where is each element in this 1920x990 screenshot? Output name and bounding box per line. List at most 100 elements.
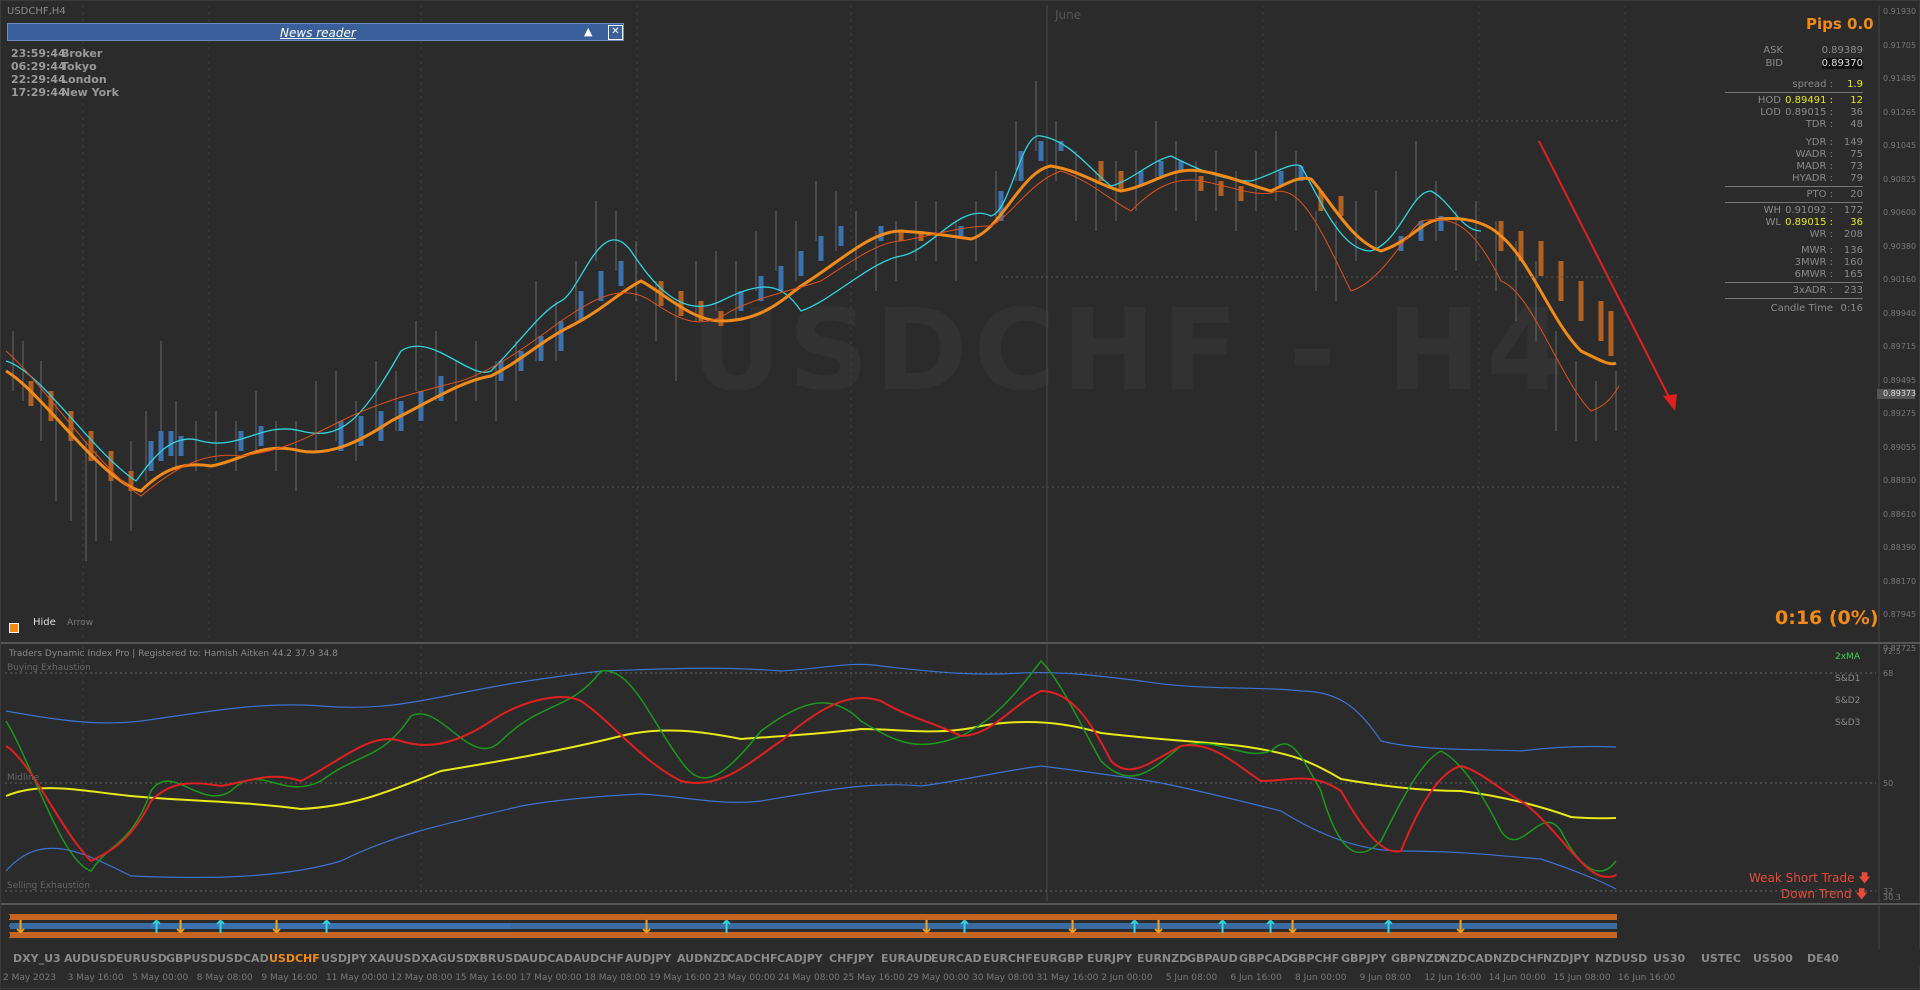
down-trend-label: Down Trend 🡇: [1781, 885, 1868, 906]
symbol-tab-gbpnzd[interactable]: GBPNZD: [1391, 952, 1443, 965]
symbol-tab-gbpaud[interactable]: GBPAUD: [1187, 952, 1238, 965]
symbol-tab-cadjpy[interactable]: CADJPY: [777, 952, 823, 965]
date-axis-label: 31 May 16:00: [1036, 973, 1099, 983]
info-row: HYADR :79: [1725, 173, 1863, 187]
tdi-header: Traders Dynamic Index Pro | Registered t…: [9, 649, 338, 659]
session-clocks: 23:59:44Broker 06:29:44Tokyo 22:29:44Lon…: [11, 47, 119, 99]
symbol-tab-usdjpy[interactable]: USDJPY: [321, 952, 367, 965]
session-time: 06:29:44: [11, 60, 66, 73]
close-icon[interactable]: ✕: [608, 25, 623, 40]
price-axis-label: 0.88390: [1883, 543, 1917, 552]
date-axis-label: 16 Jun 16:00: [1618, 973, 1676, 983]
session-row: 22:29:44London: [11, 73, 119, 86]
chart-window[interactable]: USDCHF,H4 June USDCHF - H4 ↓ ↑ ↓ ↑ ↓ ↑ ↓…: [0, 0, 1920, 989]
pips-readout: Pips 0.0: [1806, 15, 1874, 33]
symbol-tab-dxy_u3[interactable]: DXY_U3: [13, 952, 61, 965]
tdi-market-base-yellow: [5, 721, 1617, 820]
symbol-tab-gbpjpy[interactable]: GBPJPY: [1341, 952, 1387, 965]
price-axis-label: 0.91930: [1883, 7, 1917, 16]
date-axis-label: 15 Jun 08:00: [1553, 973, 1611, 983]
info-row: 6MWR :165: [1725, 269, 1863, 283]
current-price-label: 0.89373: [1883, 389, 1917, 398]
symbol-tab-nzdjpy[interactable]: NZDJPY: [1543, 952, 1589, 965]
symbol-tab-nzdusd[interactable]: NZDUSD: [1595, 952, 1647, 965]
symbol-tab-audusd[interactable]: AUDUSD: [64, 952, 116, 965]
tdi-level: 30.3: [1883, 893, 1901, 902]
symbol-tab-audcad[interactable]: AUDCAD: [521, 952, 573, 965]
price-axis-label: 0.87945: [1883, 610, 1917, 619]
symbol-tab-eurchf[interactable]: EURCHF: [983, 952, 1033, 965]
date-axis-label: 14 Jun 00:00: [1488, 973, 1546, 983]
down-arrow-icon: 🡇: [1858, 871, 1871, 885]
session-row: 23:59:44Broker: [11, 47, 119, 60]
symbol-tab-eurjpy[interactable]: EURJPY: [1087, 952, 1132, 965]
symbol-tab-eurcad[interactable]: EURCAD: [931, 952, 982, 965]
symbol-tab-audnzd[interactable]: AUDNZD: [677, 952, 730, 965]
symbol-tab-gbpcad[interactable]: GBPCAD: [1239, 952, 1290, 965]
hide-toggle-icon[interactable]: [9, 623, 19, 633]
symbol-tab-nzdchf[interactable]: NZDCHF: [1493, 952, 1544, 965]
price-axis-label: 0.89055: [1883, 442, 1917, 452]
symbol-tab-gbpchf[interactable]: GBPCHF: [1289, 952, 1339, 965]
session-name: Tokyo: [61, 60, 97, 73]
session-time: 22:29:44: [11, 73, 66, 86]
tdi-level: 50: [1883, 779, 1894, 788]
news-reader-title[interactable]: News reader: [280, 26, 356, 40]
price-axis-label: 0.90600: [1883, 208, 1917, 217]
candle-timer: 0:16 (0%): [1775, 607, 1879, 629]
candle-wicks: [12, 81, 1617, 561]
trend-bars: [28, 141, 1614, 491]
tdi-levels: [5, 672, 1876, 892]
date-axis: 2 May 2023 3 May 16:00 5 May 00:00 8 May 08…: [1, 967, 1881, 987]
symbol-tab-usdchf[interactable]: USDCHF: [269, 952, 320, 965]
date-axis-label: 5 Jun 08:00: [1165, 973, 1218, 983]
symbol-tab-nzdcad[interactable]: NZDCAD: [1441, 952, 1493, 965]
price-axis-label: 0.88830: [1883, 476, 1917, 485]
svg-text:↓: ↓: [1065, 917, 1080, 938]
symbol-tab-xauusd[interactable]: XAUUSD: [369, 952, 421, 965]
date-axis-label: 8 Jun 00:00: [1295, 973, 1347, 983]
session-row: 17:29:44New York: [11, 86, 119, 99]
session-name: New York: [61, 86, 119, 99]
symbol-tab-audjpy[interactable]: AUDJPY: [625, 952, 671, 965]
symbol-tab-ustec[interactable]: USTEC: [1701, 952, 1741, 965]
session-name: London: [61, 73, 107, 86]
symbol-tab-de40[interactable]: DE40: [1807, 952, 1839, 965]
date-axis-label: 18 May 08:00: [584, 973, 647, 983]
spread-row: spread :1.9: [1725, 79, 1863, 93]
session-time: 17:29:44: [11, 86, 66, 99]
symbol-tab-chfjpy[interactable]: CHFJPY: [829, 952, 874, 965]
date-axis-label: 9 Jun 08:00: [1359, 973, 1412, 983]
symbol-tab-usdcad[interactable]: USDCAD: [217, 952, 269, 965]
symbol-tab-euraud[interactable]: EURAUD: [881, 952, 932, 965]
price-axis-label: 0.91705: [1883, 40, 1917, 50]
symbol-tab-gbpusd[interactable]: GBPUSD: [166, 952, 217, 965]
symbol-tab-us500[interactable]: US500: [1753, 952, 1793, 965]
symbol-tab-audchf[interactable]: AUDCHF: [573, 952, 624, 965]
date-axis-label: 5 May 00:00: [132, 973, 189, 983]
symbol-tab-xagusd[interactable]: XAGUSD: [421, 952, 473, 965]
svg-text:↓: ↓: [269, 917, 284, 938]
symbol-tab-eurusd[interactable]: EURUSD: [116, 952, 167, 965]
session-name: Broker: [61, 47, 103, 60]
collapse-triangle-icon[interactable]: ▲: [584, 25, 592, 38]
news-reader-panel[interactable]: News reader ▲ ✕: [7, 23, 624, 41]
date-axis-label: 29 May 00:00: [907, 973, 970, 983]
date-axis-label: 9 May 16:00: [261, 973, 318, 983]
symbol-tab-us30[interactable]: US30: [1653, 952, 1685, 965]
price-axis-label: 0.89275: [1883, 409, 1917, 418]
symbol-tab-cadchf[interactable]: CADCHF: [727, 952, 778, 965]
symbol-tab-xbrusd[interactable]: XBRUSD: [471, 952, 522, 965]
tdi-level: 68: [1883, 669, 1894, 678]
arrow-button[interactable]: Arrow: [67, 618, 93, 628]
price-axis-label: 0.91265: [1883, 107, 1917, 117]
hide-button[interactable]: Hide: [33, 617, 56, 628]
price-axis-label: 0.90825: [1883, 174, 1917, 184]
price-chart-canvas[interactable]: ↓ ↑ ↓ ↑ ↓ ↑ ↓ ↑ ↓ ↑ ↓ ↑ ↓ ↑ ↑ ↓ ↑ ↓: [1, 1, 1920, 990]
tdi-legend-sd3: S&D3: [1835, 718, 1861, 728]
symbol-tab-eurnzd[interactable]: EURNZD: [1137, 952, 1188, 965]
midline-label: Midline: [7, 773, 40, 783]
svg-text:↓: ↓: [13, 917, 28, 938]
price-axis-label: 0.88610: [1883, 509, 1917, 519]
symbol-tab-eurgbp[interactable]: EURGBP: [1033, 952, 1083, 965]
